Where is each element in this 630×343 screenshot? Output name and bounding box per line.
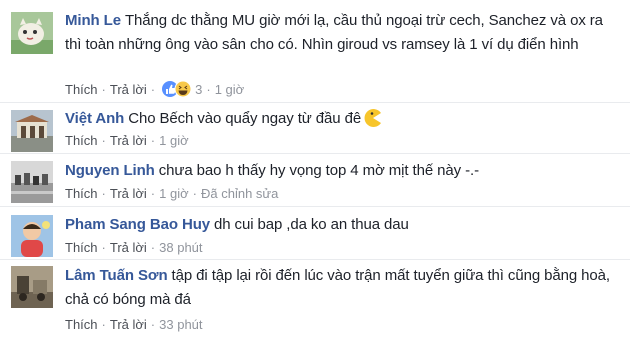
comment-time[interactable]: 1 giờ [159, 186, 189, 201]
reply-link[interactable]: Trả lời [110, 317, 147, 332]
avatar[interactable] [11, 110, 53, 152]
avatar[interactable] [11, 215, 53, 257]
comment-time[interactable]: 1 giờ [159, 133, 189, 148]
comment-thread: Minh Le Thắng dc thằng MU giờ mới lạ, cầu… [0, 0, 630, 343]
comment-author[interactable]: Nguyen Linh [65, 162, 155, 179]
comment-time[interactable]: 33 phút [159, 317, 202, 332]
reply-link[interactable]: Trả lời [110, 82, 147, 97]
comment-time[interactable]: 38 phút [159, 240, 202, 255]
like-link[interactable]: Thích [65, 133, 98, 148]
comment-actions: Thích · Trả lời · 1 giờ [65, 133, 189, 148]
haha-icon [174, 80, 192, 98]
divider [0, 102, 630, 103]
comment-actions: Thích · Trả lời · 33 phút [65, 317, 203, 332]
comment-author[interactable]: Minh Le [65, 12, 121, 29]
reply-link[interactable]: Trả lời [110, 133, 147, 148]
comment-text: chưa bao h thấy hy vọng top 4 mờ mịt thế… [158, 162, 479, 179]
like-link[interactable]: Thích [65, 240, 98, 255]
divider [0, 259, 630, 260]
divider [0, 206, 630, 207]
reply-link[interactable]: Trả lời [110, 240, 147, 255]
comment-author[interactable]: Pham Sang Bao Huy [65, 216, 210, 233]
divider [0, 153, 630, 154]
reply-link[interactable]: Trả lời [110, 186, 147, 201]
reaction-count[interactable]: 3 [195, 82, 202, 97]
comment-author[interactable]: Việt Anh [65, 110, 124, 127]
like-link[interactable]: Thích [65, 82, 98, 97]
comment-time[interactable]: 1 giờ [215, 82, 245, 97]
avatar[interactable] [11, 12, 53, 54]
like-link[interactable]: Thích [65, 317, 98, 332]
comment-actions: Thích · Trả lời · 38 phút [65, 240, 203, 255]
reaction-summary[interactable] [161, 80, 193, 98]
comment-text: Cho Bếch vào quẩy ngay từ đầu đê [128, 110, 362, 127]
avatar[interactable] [11, 161, 53, 203]
comment-actions: Thích · Trả lời · 1 giờ · Đã chỉnh sửa [65, 186, 279, 201]
edited-label[interactable]: Đã chỉnh sửa [201, 186, 278, 201]
comment-text: dh cui bap ,da ko an thua dau [214, 216, 409, 233]
comment-text: Thắng dc thằng MU giờ mới lạ, cầu thủ ng… [65, 12, 603, 53]
like-link[interactable]: Thích [65, 186, 98, 201]
comment-actions: Thích · Trả lời · 3 · 1 giờ [65, 80, 245, 98]
pacman-emoji [363, 108, 383, 136]
comment-author[interactable]: Lâm Tuấn Sơn [65, 267, 168, 284]
avatar[interactable] [11, 266, 53, 308]
